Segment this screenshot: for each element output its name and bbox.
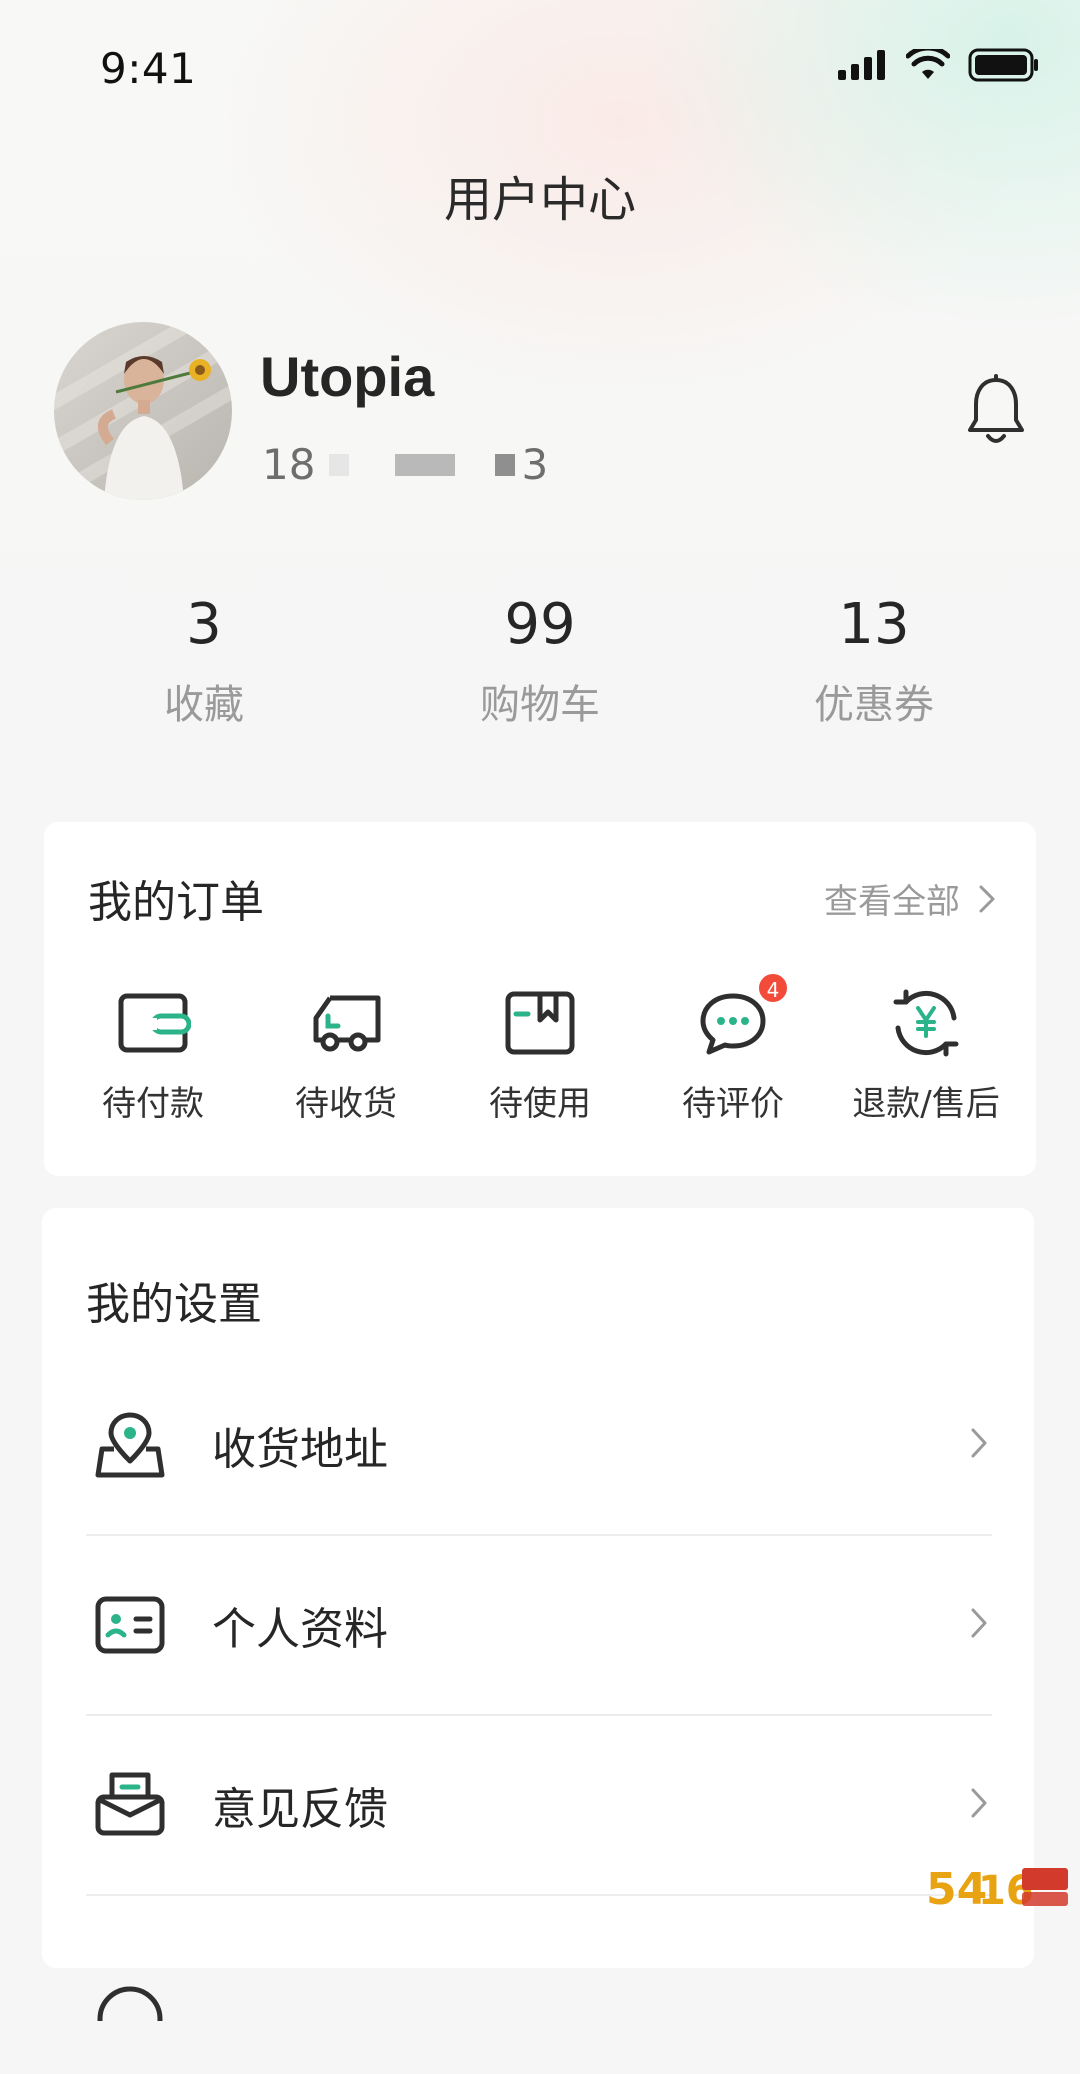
settings-label: 个人资料 bbox=[212, 1604, 388, 1655]
chevron-right-icon bbox=[978, 884, 996, 914]
order-label: 待使用 bbox=[489, 1084, 591, 1124]
phone-mask bbox=[395, 453, 456, 476]
phone-prefix: 18 bbox=[262, 440, 316, 489]
wifi-icon bbox=[906, 49, 950, 81]
status-icons bbox=[838, 48, 1040, 82]
order-to-use[interactable]: 待使用 bbox=[445, 988, 635, 1125]
view-all-orders-link[interactable]: 查看全部 bbox=[824, 874, 996, 923]
order-label: 待付款 bbox=[102, 1084, 204, 1124]
battery-icon bbox=[968, 48, 1040, 82]
review-badge: 4 bbox=[757, 972, 789, 1004]
stats-row: 3 收藏 99 购物车 13 优惠券 bbox=[0, 590, 1080, 740]
bell-icon[interactable] bbox=[964, 374, 1028, 448]
settings-item-feedback[interactable]: 意见反馈 bbox=[86, 1716, 992, 1896]
comment-icon: 4 bbox=[695, 972, 789, 1058]
wallet-icon bbox=[115, 988, 191, 1058]
status-bar: 9:41 bbox=[0, 0, 1080, 140]
user-phone: 18 3 bbox=[262, 440, 548, 489]
box-icon bbox=[502, 988, 578, 1058]
feedback-icon bbox=[94, 1769, 166, 1841]
order-pending-receipt[interactable]: 待收货 bbox=[251, 988, 441, 1125]
order-label: 待收货 bbox=[295, 1084, 397, 1124]
settings-title: 我的设置 bbox=[86, 1279, 262, 1330]
order-label: 待评价 bbox=[682, 1084, 784, 1124]
location-icon bbox=[94, 1409, 166, 1481]
chevron-right-icon bbox=[970, 1787, 988, 1823]
status-time: 9:41 bbox=[100, 44, 197, 93]
settings-list: 收货地址 个人资料 意见反馈 bbox=[86, 1356, 992, 2074]
stat-favorites[interactable]: 3 收藏 bbox=[74, 590, 334, 730]
orders-title: 我的订单 bbox=[88, 877, 264, 928]
phone-mask bbox=[329, 453, 350, 476]
order-to-review[interactable]: 4 待评价 bbox=[638, 972, 828, 1125]
settings-card: 我的设置 收货地址 个人资料 意见反馈 bbox=[42, 1208, 1034, 2021]
signal-icon bbox=[838, 50, 888, 80]
refund-icon bbox=[888, 988, 964, 1058]
stat-value: 3 bbox=[186, 592, 222, 657]
settings-item-profile[interactable]: 个人资料 bbox=[86, 1536, 992, 1716]
order-refund[interactable]: 退款/售后 bbox=[831, 988, 1021, 1125]
site-watermark-logo: 54 16 bbox=[922, 1858, 1072, 1914]
order-pending-payment[interactable]: 待付款 bbox=[58, 988, 248, 1125]
view-all-label: 查看全部 bbox=[824, 882, 960, 922]
page-title: 用户中心 bbox=[443, 172, 636, 228]
stat-label: 优惠券 bbox=[814, 682, 934, 728]
stat-value: 99 bbox=[504, 592, 576, 657]
settings-item-address[interactable]: 收货地址 bbox=[86, 1356, 992, 1536]
settings-label: 意见反馈 bbox=[212, 1784, 388, 1835]
chevron-right-icon bbox=[970, 1607, 988, 1643]
truck-icon bbox=[308, 988, 384, 1058]
stat-value: 13 bbox=[838, 592, 910, 657]
id-card-icon bbox=[94, 1589, 166, 1661]
stat-cart[interactable]: 99 购物车 bbox=[410, 590, 670, 730]
settings-item-icon bbox=[94, 1949, 166, 2021]
orders-row: 待付款 待收货 待使用 4 待评价 退款/售后 bbox=[44, 972, 1036, 1148]
stat-label: 购物车 bbox=[480, 682, 600, 728]
settings-label: 收货地址 bbox=[212, 1424, 388, 1475]
stat-label: 收藏 bbox=[164, 682, 244, 728]
phone-mask bbox=[495, 453, 516, 476]
avatar[interactable] bbox=[54, 322, 232, 500]
phone-suffix: 3 bbox=[521, 440, 549, 489]
user-name: Utopia bbox=[260, 345, 435, 408]
stat-coupons[interactable]: 13 优惠券 bbox=[744, 590, 1004, 730]
orders-card: 我的订单 查看全部 待付款 待收货 待使用 4 待评价 退款/售后 bbox=[44, 822, 1036, 1176]
order-label: 退款/售后 bbox=[852, 1084, 1000, 1124]
chevron-right-icon bbox=[970, 1427, 988, 1463]
settings-item-more[interactable] bbox=[86, 1896, 992, 2074]
